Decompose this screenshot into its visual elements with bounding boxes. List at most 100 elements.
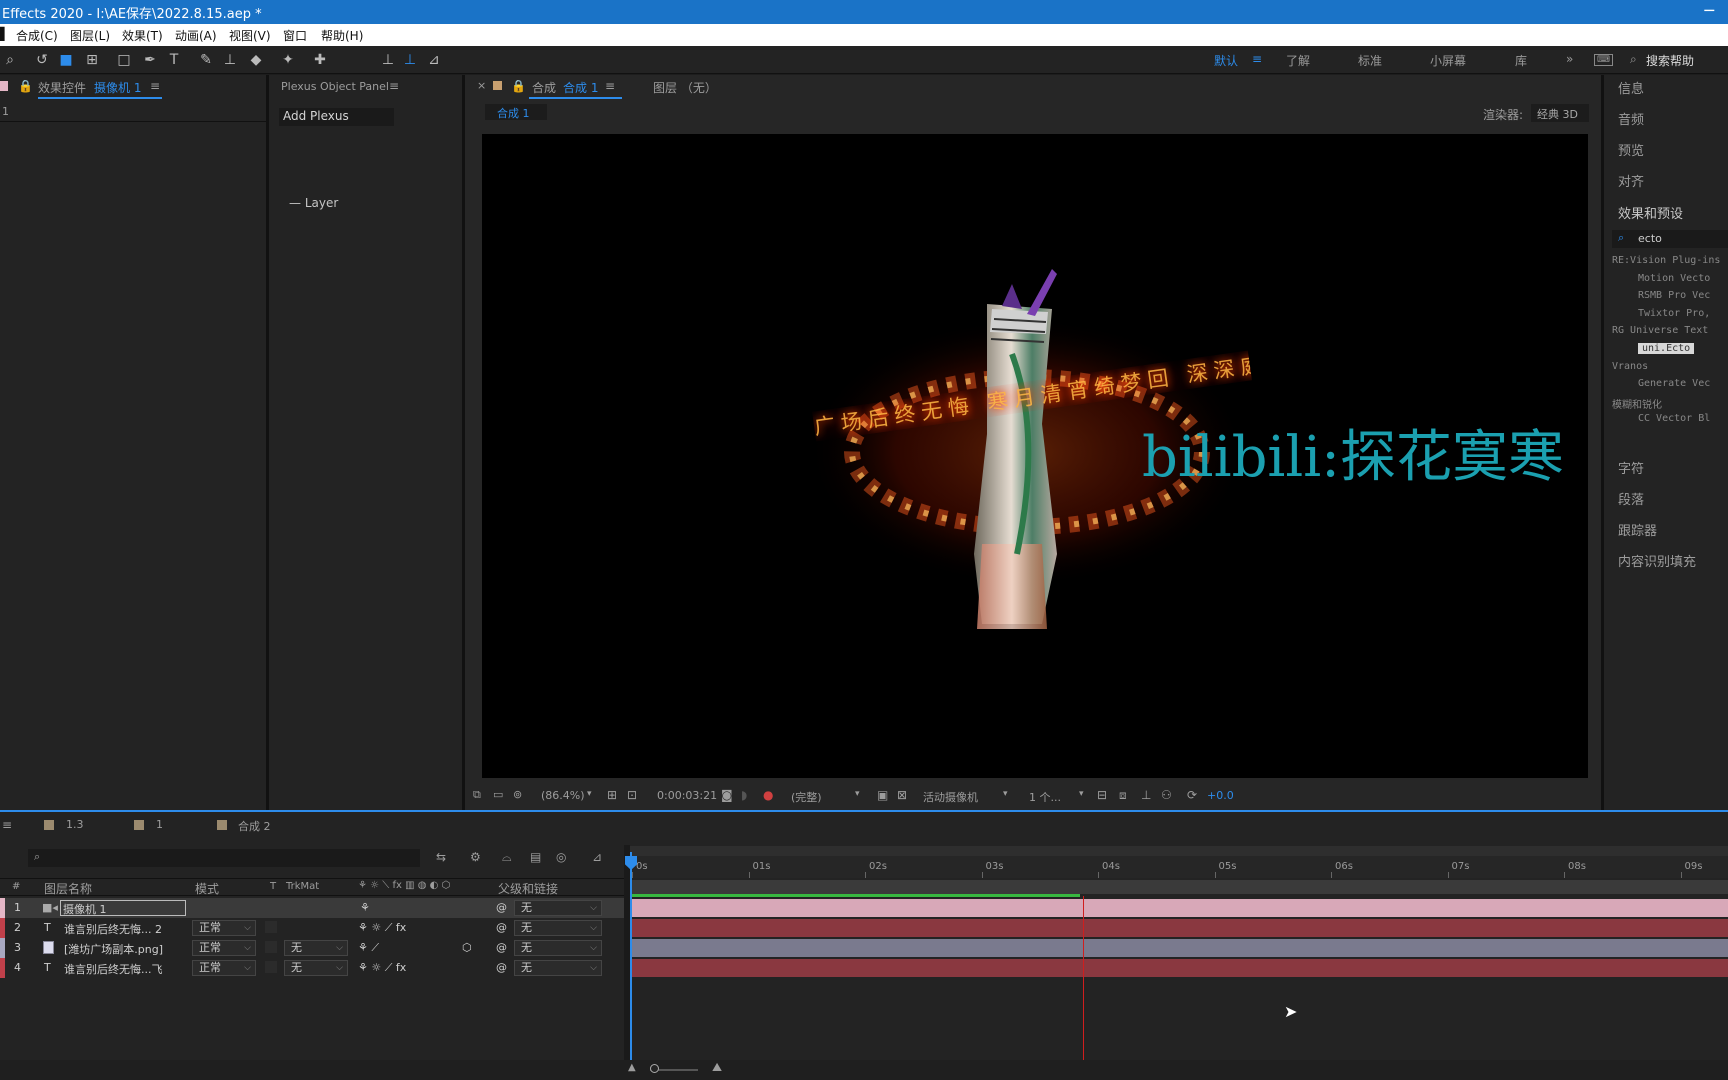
graph-editor-icon[interactable]: ⊿ bbox=[592, 850, 602, 864]
draft-3d-icon[interactable]: ⧈ bbox=[1119, 788, 1127, 803]
type-tool-icon[interactable]: T bbox=[164, 50, 184, 70]
shy-toggle-icon[interactable]: ⌓ bbox=[502, 850, 512, 865]
zoom-chevron-icon[interactable]: ▾ bbox=[587, 789, 592, 799]
effects-group[interactable]: RG Universe Text bbox=[1612, 325, 1708, 336]
effects-item[interactable]: CC Vector Bl bbox=[1638, 413, 1710, 424]
layer-switches-icon[interactable]: ⚘ ⟋ bbox=[358, 941, 379, 955]
timeline-tab[interactable]: 1 bbox=[156, 818, 163, 831]
layer-row[interactable]: 2 T 谁言别后终无悔... 2 正常 ⚘ ☼ ⟋ fx @ 无 bbox=[0, 918, 628, 938]
rectangle-tool-icon[interactable]: □ bbox=[114, 50, 134, 70]
eraser-tool-icon[interactable]: ◆ bbox=[246, 50, 266, 70]
layer-label-color[interactable] bbox=[0, 938, 5, 958]
preserve-transparency-checkbox[interactable] bbox=[265, 941, 277, 953]
camera-view-select[interactable]: 活动摄像机 bbox=[923, 789, 978, 805]
plexus-tab[interactable]: Plexus Object Panel bbox=[281, 80, 389, 93]
layer-panel-tab[interactable]: 图层 （无） bbox=[653, 79, 717, 96]
workspace-learn[interactable]: 了解 bbox=[1286, 52, 1310, 69]
col-layer-name[interactable]: 图层名称 bbox=[44, 880, 92, 897]
layer-bar-camera[interactable] bbox=[632, 899, 1728, 917]
blend-mode-select[interactable]: 正常 bbox=[192, 940, 256, 956]
layer-search-input[interactable] bbox=[28, 849, 420, 867]
info-panel-tab[interactable]: 信息 bbox=[1618, 78, 1644, 97]
align-panel-tab[interactable]: 对齐 bbox=[1618, 171, 1644, 190]
preview-panel-tab[interactable]: 预览 bbox=[1618, 140, 1644, 159]
effects-item-selected[interactable]: uni.Ecto bbox=[1638, 343, 1695, 354]
fast-preview-icon[interactable]: ▣ bbox=[877, 788, 888, 802]
layer-name[interactable]: 谁言别后终无悔... 2 bbox=[64, 921, 162, 937]
layer-label-color[interactable] bbox=[0, 918, 5, 938]
local-axis-icon[interactable]: ⊥ bbox=[378, 50, 398, 70]
plexus-layer-item[interactable]: — Layer bbox=[289, 196, 338, 210]
exposure-value[interactable]: +0.0 bbox=[1207, 789, 1234, 802]
frame-blend-icon[interactable]: ▤ bbox=[530, 850, 541, 864]
comp-flowchart-icon[interactable]: ⇆ bbox=[436, 850, 446, 864]
effects-group[interactable]: Vranos bbox=[1612, 361, 1648, 372]
effect-controls-tab[interactable]: 效果控件 bbox=[38, 79, 86, 96]
workspace-small-screen[interactable]: 小屏幕 bbox=[1430, 52, 1466, 69]
preserve-transparency-checkbox[interactable] bbox=[265, 961, 277, 973]
layer-row[interactable]: 1 ■◂ 摄像机 1 ⚘ @ 无 bbox=[0, 898, 628, 918]
character-panel-tab[interactable]: 字符 bbox=[1618, 458, 1644, 477]
camera-tool-icon[interactable]: ■ bbox=[56, 50, 76, 70]
monitor-icon[interactable]: ▭ bbox=[493, 788, 503, 801]
workspace-default[interactable]: 默认 bbox=[1214, 52, 1238, 69]
renderer-select[interactable]: 经典 3D bbox=[1531, 104, 1589, 122]
preserve-transparency-checkbox[interactable] bbox=[265, 921, 277, 933]
layer-bar-text[interactable] bbox=[632, 959, 1728, 977]
effects-group[interactable]: RE:Vision Plug-ins bbox=[1612, 255, 1720, 266]
zoom-slider-thumb[interactable] bbox=[650, 1064, 659, 1073]
comp-breadcrumb[interactable]: 合成 1 bbox=[485, 104, 547, 120]
panel-menu-icon[interactable]: ≡ bbox=[150, 79, 160, 93]
plexus-menu-icon[interactable]: ≡ bbox=[389, 79, 399, 93]
clone-stamp-tool-icon[interactable]: ⊥ bbox=[220, 50, 240, 70]
current-time-indicator[interactable] bbox=[1083, 896, 1085, 1060]
col-mode[interactable]: 模式 bbox=[195, 880, 219, 897]
transparency-icon[interactable]: ⊠ bbox=[897, 788, 907, 802]
paragraph-panel-tab[interactable]: 段落 bbox=[1618, 489, 1644, 508]
layer-row[interactable]: 4 T 谁言别后终无悔...飞 正常 无 ⚘ ☼ ⟋ fx @ 无 bbox=[0, 958, 628, 978]
blend-mode-select[interactable]: 正常 bbox=[192, 920, 256, 936]
draft-3d-toggle-icon[interactable]: ⚙ bbox=[470, 850, 481, 864]
channel-icon[interactable]: ● bbox=[763, 788, 773, 802]
layer-name-field[interactable]: 摄像机 1 bbox=[60, 900, 186, 916]
search-help-field[interactable]: 搜索帮助 bbox=[1646, 52, 1694, 69]
audio-panel-tab[interactable]: 音频 bbox=[1618, 109, 1644, 128]
view-layout-select[interactable]: 1 个... bbox=[1029, 789, 1061, 805]
tracker-panel-tab[interactable]: 跟踪器 bbox=[1618, 520, 1657, 539]
pickwhip-icon[interactable]: @ bbox=[496, 921, 507, 934]
reset-exposure-icon[interactable]: ⟳ bbox=[1187, 788, 1197, 802]
flowchart-icon[interactable]: ⊥ bbox=[1141, 788, 1151, 802]
timeline-menu-icon[interactable]: ≡ bbox=[2, 818, 12, 832]
layer-bar-image[interactable] bbox=[632, 939, 1728, 957]
zoom-out-icon[interactable]: ▲ bbox=[628, 1062, 636, 1073]
comp-lock-icon[interactable]: 🔒 bbox=[511, 79, 526, 93]
menu-window[interactable]: 窗口 bbox=[283, 27, 307, 44]
timeline-icon[interactable]: ⚇ bbox=[1161, 788, 1172, 802]
layer-switches-icon[interactable]: ⚘ ☼ ⟋ fx bbox=[358, 961, 406, 975]
zoom-in-icon[interactable]: ⛰ bbox=[712, 1060, 722, 1075]
puppet-tool-icon[interactable]: ✚ bbox=[310, 50, 330, 70]
more-workspaces-icon[interactable]: » bbox=[1566, 52, 1573, 66]
resolution-chevron-icon[interactable]: ▾ bbox=[855, 789, 860, 799]
parent-select[interactable]: 无 bbox=[514, 960, 602, 976]
effects-presets-panel-tab[interactable]: 效果和预设 bbox=[1618, 203, 1683, 222]
camera-chevron-icon[interactable]: ▾ bbox=[1003, 789, 1008, 799]
content-aware-fill-panel-tab[interactable]: 内容识别填充 bbox=[1618, 551, 1696, 570]
blend-mode-select[interactable]: 正常 bbox=[192, 960, 256, 976]
workspace-libraries[interactable]: 库 bbox=[1515, 52, 1527, 69]
menu-effect[interactable]: 效果(T) bbox=[122, 27, 163, 44]
pan-behind-tool-icon[interactable]: ⊞ bbox=[82, 50, 102, 70]
parent-select[interactable]: 无 bbox=[514, 900, 602, 916]
close-comp-icon[interactable]: × bbox=[477, 79, 486, 92]
composition-viewer[interactable]: 广场后终无悔 寒月清宵绮梦回 深深庭院香不共粉云 bilibili:探花寞寒 bbox=[482, 134, 1588, 778]
view-axis-icon[interactable]: ⊿ bbox=[424, 50, 444, 70]
parent-select[interactable]: 无 bbox=[514, 940, 602, 956]
comp-tab-name[interactable]: 合成 1 bbox=[563, 79, 598, 96]
workspace-menu-icon[interactable]: ≡ bbox=[1252, 52, 1262, 66]
menu-animation[interactable]: 动画(A) bbox=[175, 27, 217, 44]
pickwhip-icon[interactable]: @ bbox=[496, 941, 507, 954]
roto-brush-tool-icon[interactable]: ✦ bbox=[278, 50, 298, 70]
lock-icon[interactable]: 🔒 bbox=[18, 79, 33, 93]
menu-view[interactable]: 视图(V) bbox=[229, 27, 271, 44]
shy-switch-icon[interactable]: ⚘ bbox=[360, 901, 370, 914]
